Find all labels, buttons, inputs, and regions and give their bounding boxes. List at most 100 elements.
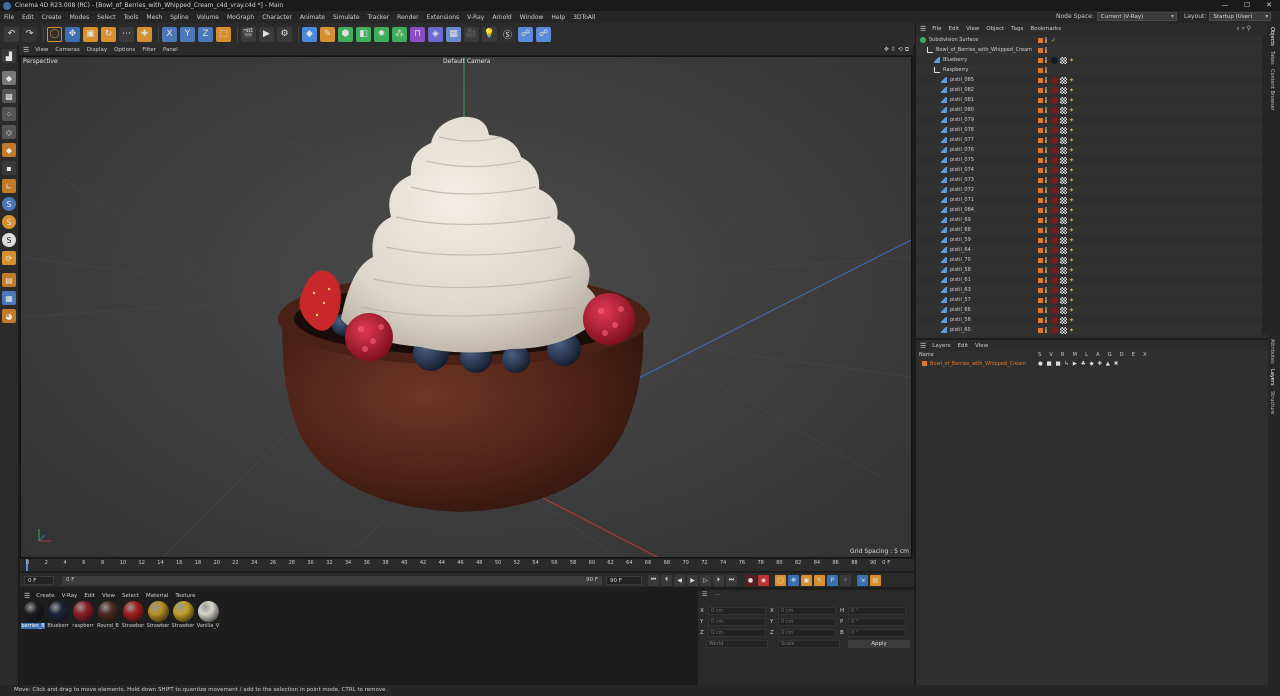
- frame-range-slider[interactable]: 0 F 90 F: [62, 575, 602, 585]
- enabled-check-icon[interactable]: ✓: [1051, 37, 1056, 44]
- material-menu-select[interactable]: Select: [122, 593, 139, 599]
- menu-modes[interactable]: Modes: [70, 14, 89, 21]
- coordinate-system-icon[interactable]: ⬚: [216, 26, 231, 42]
- uvw-tag-icon[interactable]: [1060, 116, 1067, 124]
- material-swatch[interactable]: Round_B: [96, 601, 120, 685]
- undo-icon[interactable]: ↶: [4, 26, 19, 42]
- menu-animate[interactable]: Animate: [300, 14, 325, 21]
- object-row[interactable]: pistil_078 ✦: [916, 125, 1261, 135]
- material-tag-icon[interactable]: [1051, 56, 1058, 64]
- material-tag-icon[interactable]: [1051, 216, 1058, 224]
- menu-v-ray[interactable]: V-Ray: [467, 14, 484, 21]
- visibility-toggle[interactable]: [1045, 57, 1047, 63]
- snap-settings-icon[interactable]: S: [2, 215, 16, 229]
- play-icon[interactable]: ▶: [687, 574, 698, 586]
- object-menu-edit[interactable]: Edit: [949, 26, 960, 32]
- uvw-tag-icon[interactable]: [1060, 276, 1067, 284]
- timeline-menu-icon[interactable]: ▤: [870, 574, 881, 586]
- object-row[interactable]: pistil_076 ✦: [916, 145, 1261, 155]
- render-settings-icon[interactable]: ⚙: [277, 26, 292, 42]
- phong-tag-icon[interactable]: ✦: [1069, 197, 1074, 204]
- visibility-toggle[interactable]: [1045, 297, 1047, 303]
- material-menu-create[interactable]: Create: [36, 593, 54, 599]
- material-tag-icon[interactable]: [1051, 316, 1058, 324]
- phong-tag-icon[interactable]: ✦: [1069, 97, 1074, 104]
- layer-menu-view[interactable]: View: [975, 343, 988, 349]
- visibility-toggle[interactable]: [1045, 127, 1047, 133]
- material-tag-icon[interactable]: [1051, 106, 1058, 114]
- uvw-tag-icon[interactable]: [1060, 286, 1067, 294]
- start-frame-field[interactable]: 0 F: [24, 575, 54, 585]
- object-menu-object[interactable]: Object: [986, 26, 1004, 32]
- uvw-tag-icon[interactable]: [1060, 136, 1067, 144]
- script-icon[interactable]: ☍: [536, 26, 551, 42]
- coord-rotation-field[interactable]: 0 °: [848, 628, 906, 637]
- object-row[interactable]: Bowl_of_Berries_with_Whipped_Cream: [916, 45, 1261, 55]
- menu-3dtoall[interactable]: 3DToAll: [573, 14, 595, 21]
- uvw-tag-icon[interactable]: [1060, 76, 1067, 84]
- go-to-end-icon[interactable]: ⏭: [726, 574, 737, 586]
- visibility-toggle[interactable]: [1045, 207, 1047, 213]
- parameter-key-icon[interactable]: P: [827, 574, 838, 586]
- viewport-menu-cameras[interactable]: Cameras: [55, 47, 79, 53]
- uvw-tag-icon[interactable]: [1060, 96, 1067, 104]
- layer-row[interactable]: Bowl_of_Berries_with_Whipped_Cream ● ■ ■ …: [916, 359, 1268, 368]
- object-row[interactable]: pistil_58 ✦: [916, 265, 1261, 275]
- object-row[interactable]: pistil_59 ✦: [916, 235, 1261, 245]
- visibility-toggle[interactable]: [1045, 227, 1047, 233]
- points-mode-icon[interactable]: ⁘: [2, 107, 16, 121]
- material-tag-icon[interactable]: [1051, 286, 1058, 294]
- material-tag-icon[interactable]: [1051, 116, 1058, 124]
- visibility-toggle[interactable]: [1045, 47, 1047, 53]
- object-row[interactable]: pistil_082 ✦: [916, 85, 1261, 95]
- phong-tag-icon[interactable]: ✦: [1069, 147, 1074, 154]
- material-tag-icon[interactable]: [1051, 96, 1058, 104]
- visibility-toggle[interactable]: [1045, 77, 1047, 83]
- texture-mode-icon[interactable]: ▩: [2, 89, 16, 103]
- subdivision-icon[interactable]: ⬢: [338, 26, 353, 42]
- phong-tag-icon[interactable]: ✦: [1069, 287, 1074, 294]
- 3d-viewport[interactable]: Perspective Default Camera Grid Spacing …: [20, 56, 912, 558]
- object-row[interactable]: pistil_61 ✦: [916, 275, 1261, 285]
- keyframe-selection-icon[interactable]: ◯: [775, 574, 786, 586]
- material-tag-icon[interactable]: [1051, 196, 1058, 204]
- make-editable-icon[interactable]: ▟: [2, 49, 16, 63]
- material-swatch[interactable]: berries_B: [21, 601, 45, 685]
- material-tag-icon[interactable]: [1051, 166, 1058, 174]
- camera-icon[interactable]: 🎥: [464, 26, 479, 42]
- render-picture-viewer-icon[interactable]: ▶: [259, 26, 274, 42]
- uvw-tag-icon[interactable]: [1060, 236, 1067, 244]
- phong-tag-icon[interactable]: ✦: [1069, 277, 1074, 284]
- phong-tag-icon[interactable]: ✦: [1069, 217, 1074, 224]
- menu-help[interactable]: Help: [551, 14, 565, 21]
- menu-render[interactable]: Render: [397, 14, 418, 21]
- polygons-mode-icon[interactable]: ◆: [2, 143, 16, 157]
- rotate-tool-icon[interactable]: ↻: [101, 26, 116, 42]
- phong-tag-icon[interactable]: ✦: [1069, 107, 1074, 114]
- object-row[interactable]: pistil_085 ✦: [916, 75, 1261, 85]
- previous-frame-icon[interactable]: ◀: [674, 574, 685, 586]
- material-tag-icon[interactable]: [1051, 136, 1058, 144]
- menu-create[interactable]: Create: [42, 14, 62, 21]
- visibility-toggle[interactable]: [1045, 87, 1047, 93]
- material-tag-icon[interactable]: [1051, 86, 1058, 94]
- material-tag-icon[interactable]: [1051, 156, 1058, 164]
- material-hamburger-icon[interactable]: ☰: [24, 592, 30, 600]
- uvw-tag-icon[interactable]: [1060, 146, 1067, 154]
- menu-simulate[interactable]: Simulate: [333, 14, 360, 21]
- menu-edit[interactable]: Edit: [22, 14, 34, 21]
- visibility-toggle[interactable]: [1045, 327, 1047, 333]
- uvw-tag-icon[interactable]: [1060, 86, 1067, 94]
- right-tab-attributes[interactable]: Attributes: [1269, 339, 1275, 364]
- phong-tag-icon[interactable]: ✦: [1069, 227, 1074, 234]
- coord-scale-dropdown[interactable]: Scale: [778, 640, 840, 648]
- camera-label[interactable]: Default Camera: [443, 58, 490, 65]
- visibility-toggle[interactable]: [1045, 137, 1047, 143]
- menu-volume[interactable]: Volume: [197, 14, 219, 21]
- visibility-toggle[interactable]: [1045, 277, 1047, 283]
- visibility-toggle[interactable]: [1045, 267, 1047, 273]
- motion-tracker-icon[interactable]: ⇲: [857, 574, 868, 586]
- object-row[interactable]: pistil_075 ✦: [916, 155, 1261, 165]
- cube-icon[interactable]: ◆: [302, 26, 317, 42]
- move-tool-icon[interactable]: ✥: [65, 26, 80, 42]
